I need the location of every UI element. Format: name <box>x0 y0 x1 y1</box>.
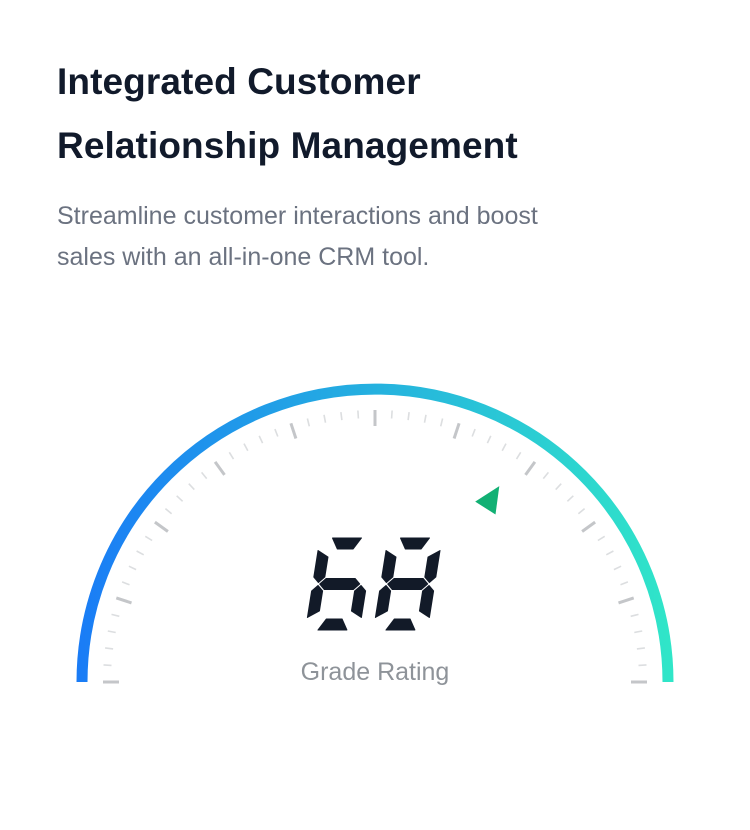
gauge-minor-tick <box>390 410 393 419</box>
gauge-minor-tick <box>439 418 444 427</box>
gauge-minor-tick <box>357 410 360 419</box>
digit-segment <box>385 618 416 631</box>
digit-segment <box>381 550 397 583</box>
digit-segment <box>424 550 441 583</box>
gauge-minor-tick <box>228 451 235 460</box>
gauge-major-tick <box>618 596 635 605</box>
gauge-minor-tick <box>407 412 410 421</box>
gauge-minor-tick <box>542 471 550 480</box>
gauge-minor-tick <box>636 647 645 650</box>
gauge-minor-tick <box>634 630 643 634</box>
gauge-minor-tick <box>597 535 606 542</box>
gauge-minor-tick <box>471 428 476 437</box>
digit-segment <box>313 550 329 583</box>
score-readout: 68 <box>306 537 441 631</box>
gauge-minor-tick <box>577 507 586 515</box>
digit-segment <box>399 537 431 550</box>
digit-segment <box>350 585 367 618</box>
gauge-major-tick <box>213 461 226 476</box>
gauge-minor-tick <box>107 630 116 634</box>
gauge-minor-tick <box>274 428 279 437</box>
gauge-minor-tick <box>423 414 427 423</box>
digit-segment <box>317 618 348 631</box>
gauge-minor-tick <box>111 613 120 618</box>
gauge-minor-tick <box>323 414 327 423</box>
gauge-minor-tick <box>105 647 114 650</box>
gauge-minor-tick <box>136 550 145 556</box>
gauge-minor-tick <box>555 483 562 491</box>
gauge-minor-tick <box>630 613 639 618</box>
gauge-major-tick <box>154 520 169 533</box>
gauge-minor-tick <box>128 565 137 571</box>
digit-segment <box>418 585 435 618</box>
gauge-minor-tick <box>605 550 614 556</box>
gauge-minor-tick <box>340 412 343 421</box>
gauge-minor-tick <box>103 664 112 667</box>
triangle-pointer-icon <box>475 486 500 515</box>
gauge-minor-tick <box>188 483 195 491</box>
gauge-minor-tick <box>164 507 173 515</box>
gauge-minor-tick <box>200 471 208 480</box>
crm-feature-card: Integrated Customer Relationship Managem… <box>0 0 750 830</box>
gauge-minor-tick <box>486 435 492 444</box>
gauge-minor-tick <box>613 565 622 571</box>
gauge-minor-tick <box>176 495 184 502</box>
digit-segment <box>331 537 363 550</box>
gauge-minor-tick <box>501 443 507 452</box>
gauge-minor-tick <box>306 418 311 427</box>
gauge-minor-tick <box>566 495 574 502</box>
gauge-minor-tick <box>258 435 264 444</box>
gauge-major-tick <box>524 461 537 476</box>
gauge-minor-tick <box>620 581 629 586</box>
seven-segment-digit <box>374 537 441 631</box>
digit-segment <box>387 578 429 590</box>
gauge-major-tick <box>115 596 132 605</box>
digit-segment <box>319 578 361 590</box>
gauge-major-tick <box>452 422 461 439</box>
gauge-major-tick <box>581 520 596 533</box>
gauge-minor-tick <box>144 535 153 542</box>
digit-segment <box>374 585 392 618</box>
gauge-major-tick <box>289 422 298 439</box>
grade-gauge <box>76 383 674 684</box>
digit-segment <box>306 585 324 618</box>
seven-segment-digit <box>306 537 367 631</box>
gauge-minor-tick <box>638 664 647 667</box>
gauge-minor-tick <box>243 443 249 452</box>
gauge-label: Grade Rating <box>300 658 450 686</box>
gauge-minor-tick <box>515 451 522 460</box>
gauge-minor-tick <box>121 581 130 586</box>
